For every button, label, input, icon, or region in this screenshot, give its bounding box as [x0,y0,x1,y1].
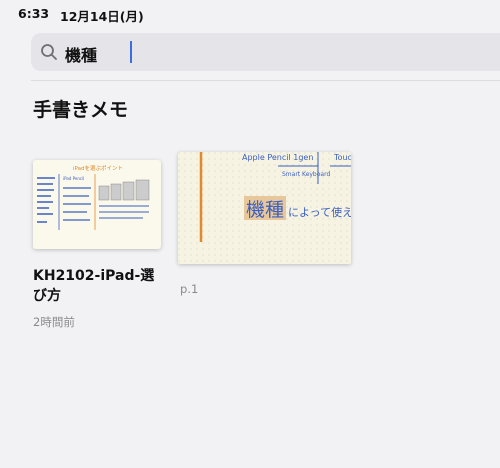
note-title[interactable]: KH2102-iPad-選び方 [33,266,163,306]
snippet-col1: Apple Pencil 1gen [242,153,313,162]
search-field[interactable]: 機種 [31,33,500,71]
text-caret [130,41,132,63]
divider [31,80,500,81]
status-time: 6:33 [18,6,50,21]
page-match-thumbnail[interactable]: Apple Pencil 1gen Smart Keyboard Touch 機… [178,152,351,264]
page-match-preview: Apple Pencil 1gen Smart Keyboard Touch 機… [178,152,351,264]
search-input[interactable]: 機種 [65,42,97,66]
note-modified-time: 2時間前 [33,315,75,329]
note-thumbnail-preview: iPadを選ぶポイント iPad Pencil [37,164,150,230]
note-thumbnail[interactable]: iPadを選ぶポイント iPad Pencil [33,160,161,249]
page-number-label: p.1 [180,282,199,296]
status-date: 12月14日(月) [60,9,144,24]
snippet-phrase: によって使える [288,206,351,219]
section-title: 手書きメモ [33,99,129,121]
snippet-highlight: 機種 [246,199,284,221]
snippet-col3: Touch [333,153,351,162]
status-bar: 6:33 12月14日(月) [0,0,500,26]
thumb-subheading: iPad Pencil [63,176,84,181]
thumb-heading: iPadを選ぶポイント [73,164,123,172]
search-icon [41,44,57,60]
snippet-col2: Smart Keyboard [282,171,330,178]
